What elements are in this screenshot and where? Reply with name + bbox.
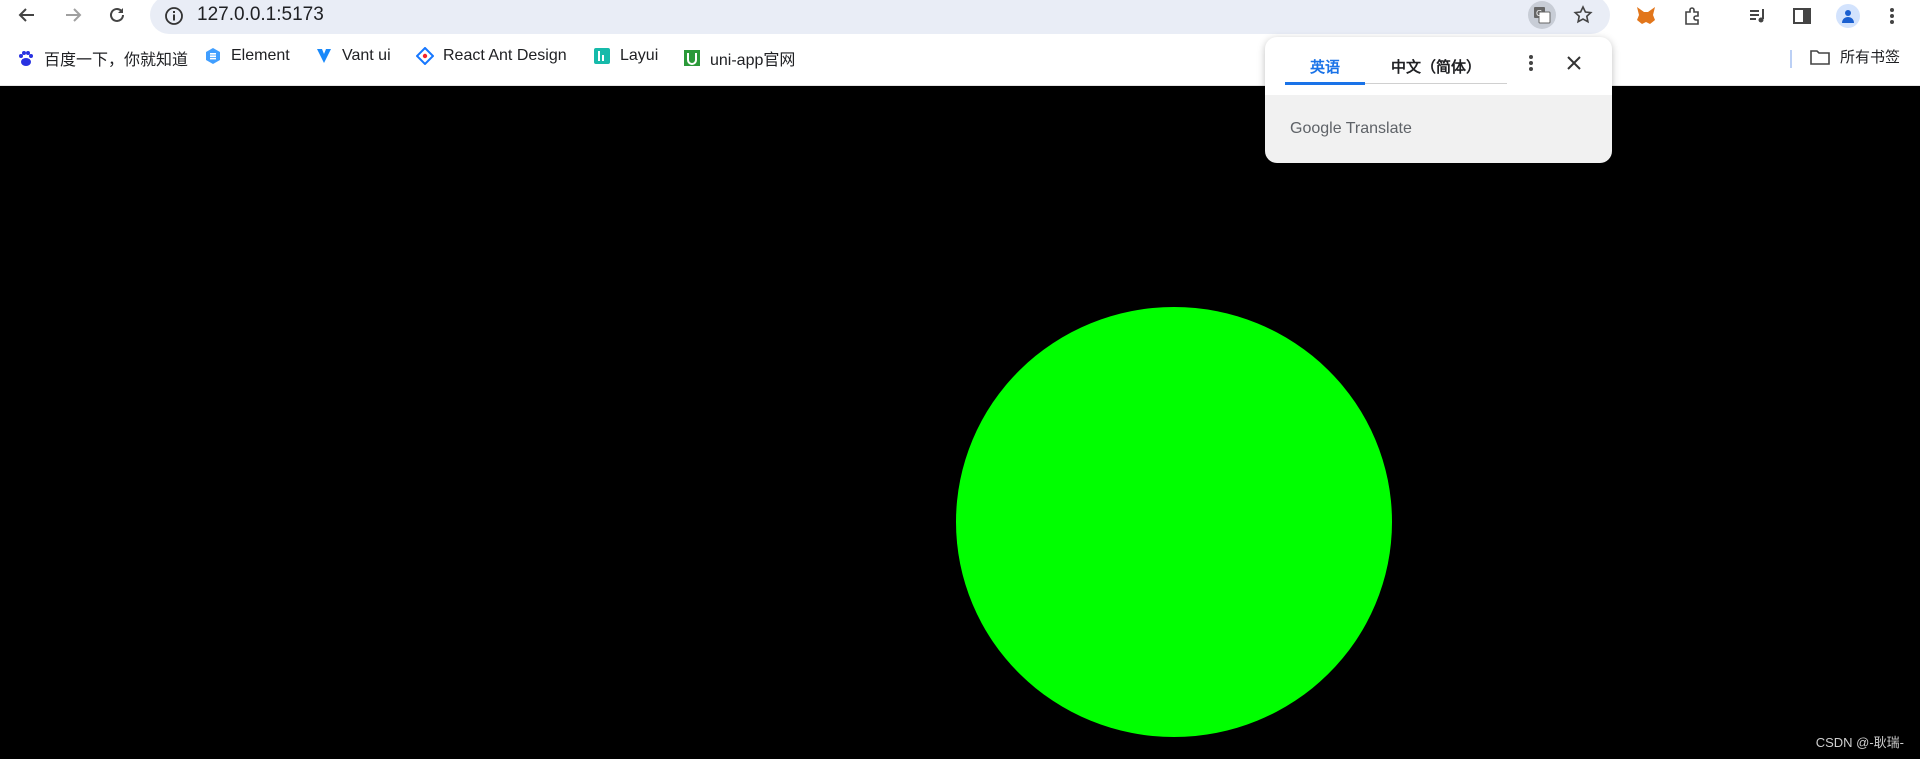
uniapp-logo-icon bbox=[682, 49, 701, 68]
bookmark-ant-design[interactable]: React Ant Design bbox=[415, 46, 567, 65]
url-text[interactable]: 127.0.0.1:5173 bbox=[197, 4, 324, 26]
bookmark-label: Element bbox=[231, 46, 290, 64]
tab-source-language[interactable]: 英语 bbox=[1310, 56, 1340, 77]
bookmark-label: React Ant Design bbox=[443, 46, 567, 64]
more-vertical-icon bbox=[1529, 55, 1533, 71]
bookmark-vant[interactable]: Vant ui bbox=[314, 46, 391, 65]
green-circle bbox=[956, 307, 1392, 737]
google-wordmark: Google bbox=[1290, 120, 1342, 137]
person-icon bbox=[1842, 10, 1854, 23]
star-icon bbox=[1573, 5, 1593, 24]
bookmark-baidu[interactable]: 百度一下，你就知道 bbox=[16, 46, 188, 70]
avatar bbox=[1836, 4, 1860, 28]
layui-logo-icon bbox=[592, 46, 611, 65]
bookmark-layui[interactable]: Layui bbox=[592, 46, 658, 65]
extensions-button[interactable] bbox=[1678, 2, 1706, 30]
reload-button[interactable] bbox=[104, 2, 130, 28]
arrow-left-icon bbox=[18, 8, 34, 22]
tab-target-language[interactable]: 中文（简体） bbox=[1391, 56, 1481, 77]
page-canvas: CSDN @-耿瑞- bbox=[0, 86, 1920, 759]
music-queue-icon bbox=[1750, 9, 1764, 23]
all-bookmarks-button[interactable]: 所有书签 bbox=[1810, 46, 1900, 67]
more-vertical-icon bbox=[1890, 8, 1894, 24]
ant-design-logo-icon bbox=[415, 46, 434, 65]
side-panel-button[interactable] bbox=[1788, 2, 1816, 30]
all-bookmarks-label: 所有书签 bbox=[1839, 49, 1900, 66]
browser-menu-button[interactable] bbox=[1880, 2, 1904, 30]
svg-text:G: G bbox=[1536, 9, 1542, 18]
translate-icon: G bbox=[1534, 7, 1551, 24]
fox-icon bbox=[1637, 7, 1655, 24]
translate-popup: 英语 中文（简体） Google Translate bbox=[1265, 37, 1612, 163]
close-icon bbox=[1567, 56, 1581, 70]
arrow-right-icon bbox=[66, 8, 82, 22]
translate-close-button[interactable] bbox=[1562, 51, 1586, 75]
google-translate-brand: Google Translate bbox=[1290, 120, 1412, 138]
csdn-watermark: CSDN @-耿瑞- bbox=[1815, 735, 1904, 750]
baidu-paw-icon bbox=[16, 49, 35, 68]
back-button[interactable] bbox=[14, 2, 40, 28]
bookmark-label: Layui bbox=[620, 46, 659, 64]
site-info-icon[interactable] bbox=[162, 4, 186, 28]
bookmark-element[interactable]: Element bbox=[203, 46, 290, 65]
reload-icon bbox=[110, 7, 124, 22]
bookmark-star-button[interactable] bbox=[1570, 2, 1596, 28]
translate-page-button[interactable]: G bbox=[1528, 1, 1556, 29]
bookmark-label: 百度一下，你就知道 bbox=[44, 52, 189, 69]
bookmarks-separator bbox=[1790, 50, 1792, 68]
forward-button[interactable] bbox=[60, 2, 86, 28]
active-tab-indicator bbox=[1285, 82, 1365, 85]
bookmark-uniapp[interactable]: uni-app官网 bbox=[682, 46, 795, 70]
media-control-button[interactable] bbox=[1744, 2, 1772, 30]
address-bar[interactable] bbox=[150, 0, 1610, 34]
element-logo-icon bbox=[203, 46, 222, 65]
translate-wordmark: Translate bbox=[1345, 120, 1412, 137]
vant-logo-icon bbox=[314, 46, 333, 65]
translate-options-button[interactable] bbox=[1519, 51, 1543, 75]
folder-icon bbox=[1810, 49, 1830, 65]
side-panel-icon bbox=[1793, 8, 1811, 24]
puzzle-icon bbox=[1685, 7, 1699, 25]
browser-toolbar: 127.0.0.1:5173 G bbox=[0, 0, 1920, 34]
metamask-extension-button[interactable] bbox=[1632, 2, 1660, 30]
bookmark-label: Vant ui bbox=[342, 46, 391, 64]
bookmark-label: uni-app官网 bbox=[710, 52, 796, 69]
profile-button[interactable] bbox=[1834, 2, 1862, 30]
